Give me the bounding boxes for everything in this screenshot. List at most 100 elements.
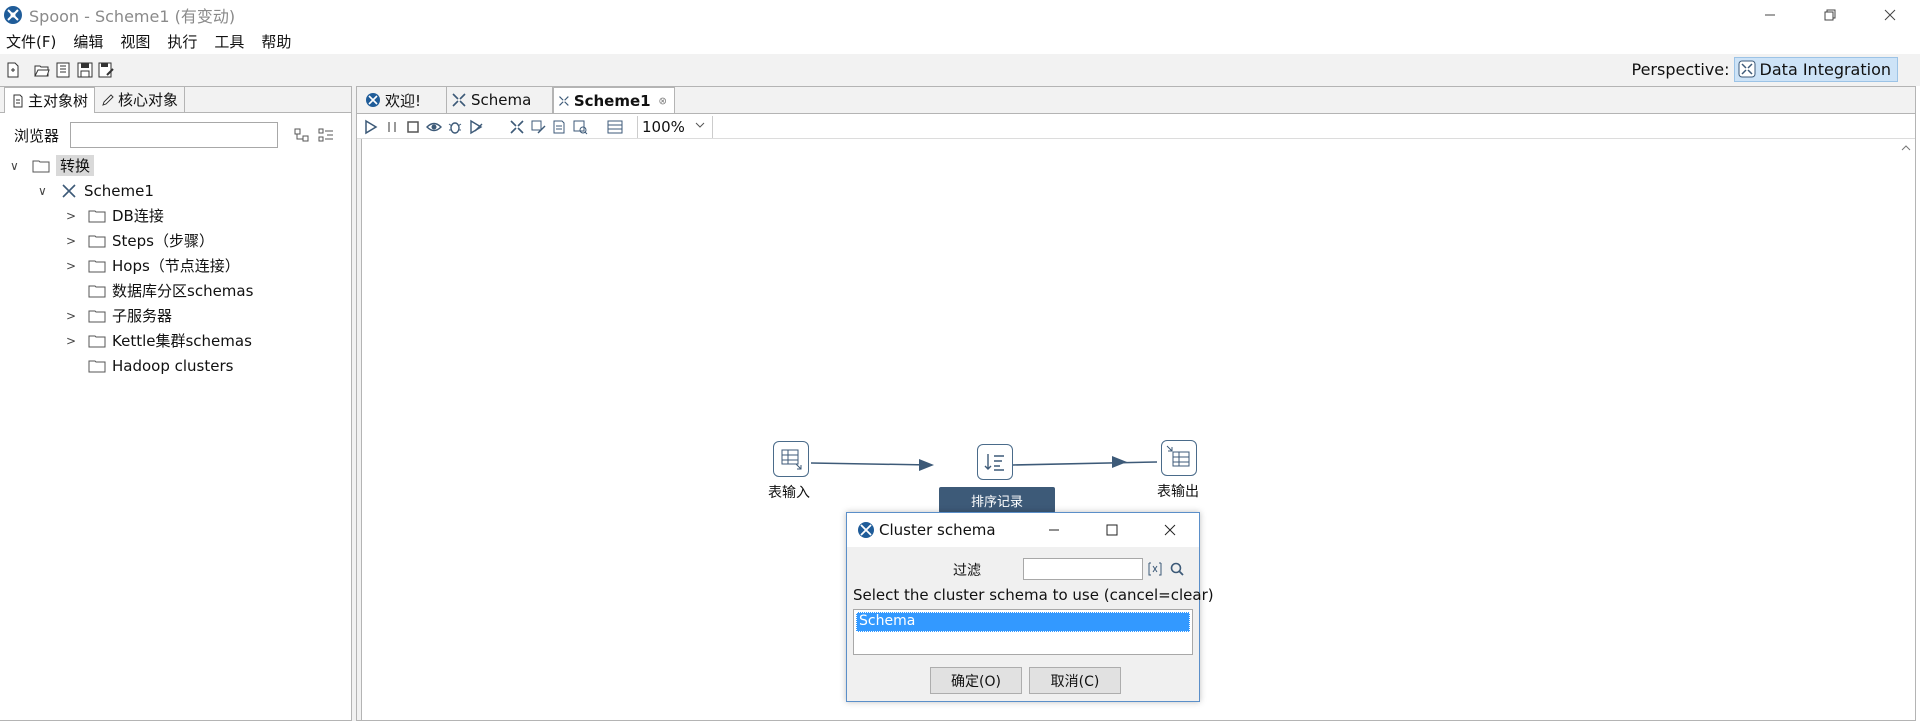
close-icon [1164,524,1176,536]
impact-icon[interactable] [530,119,546,135]
folder-icon [88,310,106,322]
folder-icon [88,235,106,247]
save-icon[interactable] [77,62,93,78]
show-results-icon[interactable] [607,119,623,135]
tab-main-object-tree[interactable]: 主对象树 [4,87,96,113]
tree-item-label: Hops（节点连接） [112,257,240,275]
tree-item-db-connections[interactable]: > DB连接 [66,203,164,228]
menu-help[interactable]: 帮助 [261,31,291,52]
open-file-icon[interactable] [34,62,50,78]
chevron-right-icon[interactable]: > [66,234,82,248]
folder-icon [88,285,106,297]
replay-icon[interactable] [468,119,484,135]
vertical-scrollbar[interactable] [1897,139,1915,720]
menu-tools[interactable]: 工具 [214,31,244,52]
chevron-right-icon[interactable]: > [66,309,82,323]
step-label: 表输入 [768,485,810,501]
dialog-filter-row: 过滤 [847,557,1199,581]
title-bar: Spoon - Scheme1 (有变动) [0,0,1920,30]
folder-icon [32,160,50,172]
cancel-button[interactable]: 取消(C) [1029,667,1121,694]
tab-core-objects[interactable]: 核心对象 [95,87,186,112]
dialog-minimize-button[interactable] [1025,513,1083,547]
zoom-select[interactable]: 100% [637,116,713,138]
transformation-icon [62,183,76,198]
preview-icon[interactable] [426,119,442,135]
perspective-label: Perspective: [1631,59,1730,79]
explore-repository-icon[interactable] [55,62,71,78]
tree-item-partition-schemas[interactable]: 数据库分区schemas [82,278,253,303]
perspective-data-integration-button[interactable]: Data Integration [1733,56,1898,82]
explore-db-icon[interactable] [572,119,588,135]
new-file-icon[interactable] [5,62,21,78]
close-tab-icon[interactable] [658,96,666,106]
hop-arrow-icon [1112,456,1127,468]
chevron-down-icon[interactable]: ∨ [10,159,26,173]
chevron-right-icon[interactable]: > [66,259,82,273]
restore-button[interactable] [1800,0,1860,30]
menu-run[interactable]: 执行 [167,31,197,52]
cluster-schema-dialog: Cluster schema 过滤 Select the cluster sch… [846,512,1214,702]
debug-icon[interactable] [447,119,463,135]
chevron-right-icon[interactable]: > [66,209,82,223]
verify-icon[interactable] [509,119,525,135]
tree-item-transformations[interactable]: ∨ 转换 [10,153,95,178]
pause-icon[interactable] [384,119,400,135]
tab-schema[interactable]: Schema [447,87,553,113]
dialog-title-bar: Cluster schema [847,513,1199,547]
restore-icon [1824,9,1836,21]
dialog-close-button[interactable] [1141,513,1199,547]
expand-all-icon[interactable] [294,127,310,143]
chevron-right-icon[interactable]: > [66,334,82,348]
menu-view[interactable]: 视图 [120,31,150,52]
table-input-icon [781,449,802,470]
regex-icon[interactable] [1147,561,1163,577]
stop-icon[interactable] [405,119,421,135]
tree-item-scheme1[interactable]: ∨ Scheme1 [38,178,154,203]
chevron-down-icon [695,122,705,128]
menu-file[interactable]: 文件(F) [6,31,56,52]
hop-line[interactable] [810,462,932,466]
spoon-logo-icon [4,6,22,24]
tree-item-label: 子服务器 [112,307,173,325]
data-integration-icon [1738,60,1756,78]
tree-item-label: Hadoop clusters [112,356,234,375]
step-table-output[interactable] [1161,440,1197,476]
tree-item-hadoop-clusters[interactable]: Hadoop clusters [82,353,233,378]
filter-input[interactable] [1023,558,1143,580]
step-sort-rows[interactable] [977,444,1013,480]
cluster-schema-list[interactable]: Schema [853,609,1193,655]
ok-button[interactable]: 确定(O) [930,667,1022,694]
maximize-icon [1106,524,1118,536]
menu-bar: 文件(F) 编辑 视图 执行 工具 帮助 [0,30,1920,52]
sql-icon[interactable] [551,119,567,135]
dialog-maximize-button[interactable] [1083,513,1141,547]
hop-line[interactable] [1012,461,1158,466]
browser-search-input[interactable] [70,122,278,148]
filter-label: 过滤 [953,563,981,579]
chevron-down-icon[interactable]: ∨ [38,184,54,198]
browser-label: 浏览器 [14,126,60,145]
list-item[interactable]: Schema [856,612,1190,632]
save-as-icon[interactable] [98,62,114,78]
collapse-all-icon[interactable] [318,127,334,143]
tree-item-cluster-schemas[interactable]: > Kettle集群schemas [66,328,252,353]
dialog-prompt: Select the cluster schema to use (cancel… [853,586,1214,604]
tree-item-label: 数据库分区schemas [112,282,254,300]
tree-item-steps[interactable]: > Steps（步骤） [66,228,214,253]
tree-item-slave-servers[interactable]: > 子服务器 [66,303,172,328]
minimize-button[interactable] [1740,0,1800,30]
step-table-input[interactable] [773,441,809,477]
spoon-logo-icon [858,522,874,538]
scroll-up-icon[interactable] [1901,143,1911,153]
pencil-icon [102,93,114,106]
tab-welcome[interactable]: 欢迎! [361,87,447,113]
tree-item-hops[interactable]: > Hops（节点连接） [66,253,240,278]
search-icon[interactable] [1169,561,1185,577]
run-icon[interactable] [363,119,379,135]
close-button[interactable] [1860,0,1920,30]
tree-item-label: 转换 [56,155,95,176]
tab-scheme1[interactable]: Scheme1 [553,87,675,113]
menu-edit[interactable]: 编辑 [73,31,103,52]
step-name-tooltip: 排序记录 [939,487,1055,513]
